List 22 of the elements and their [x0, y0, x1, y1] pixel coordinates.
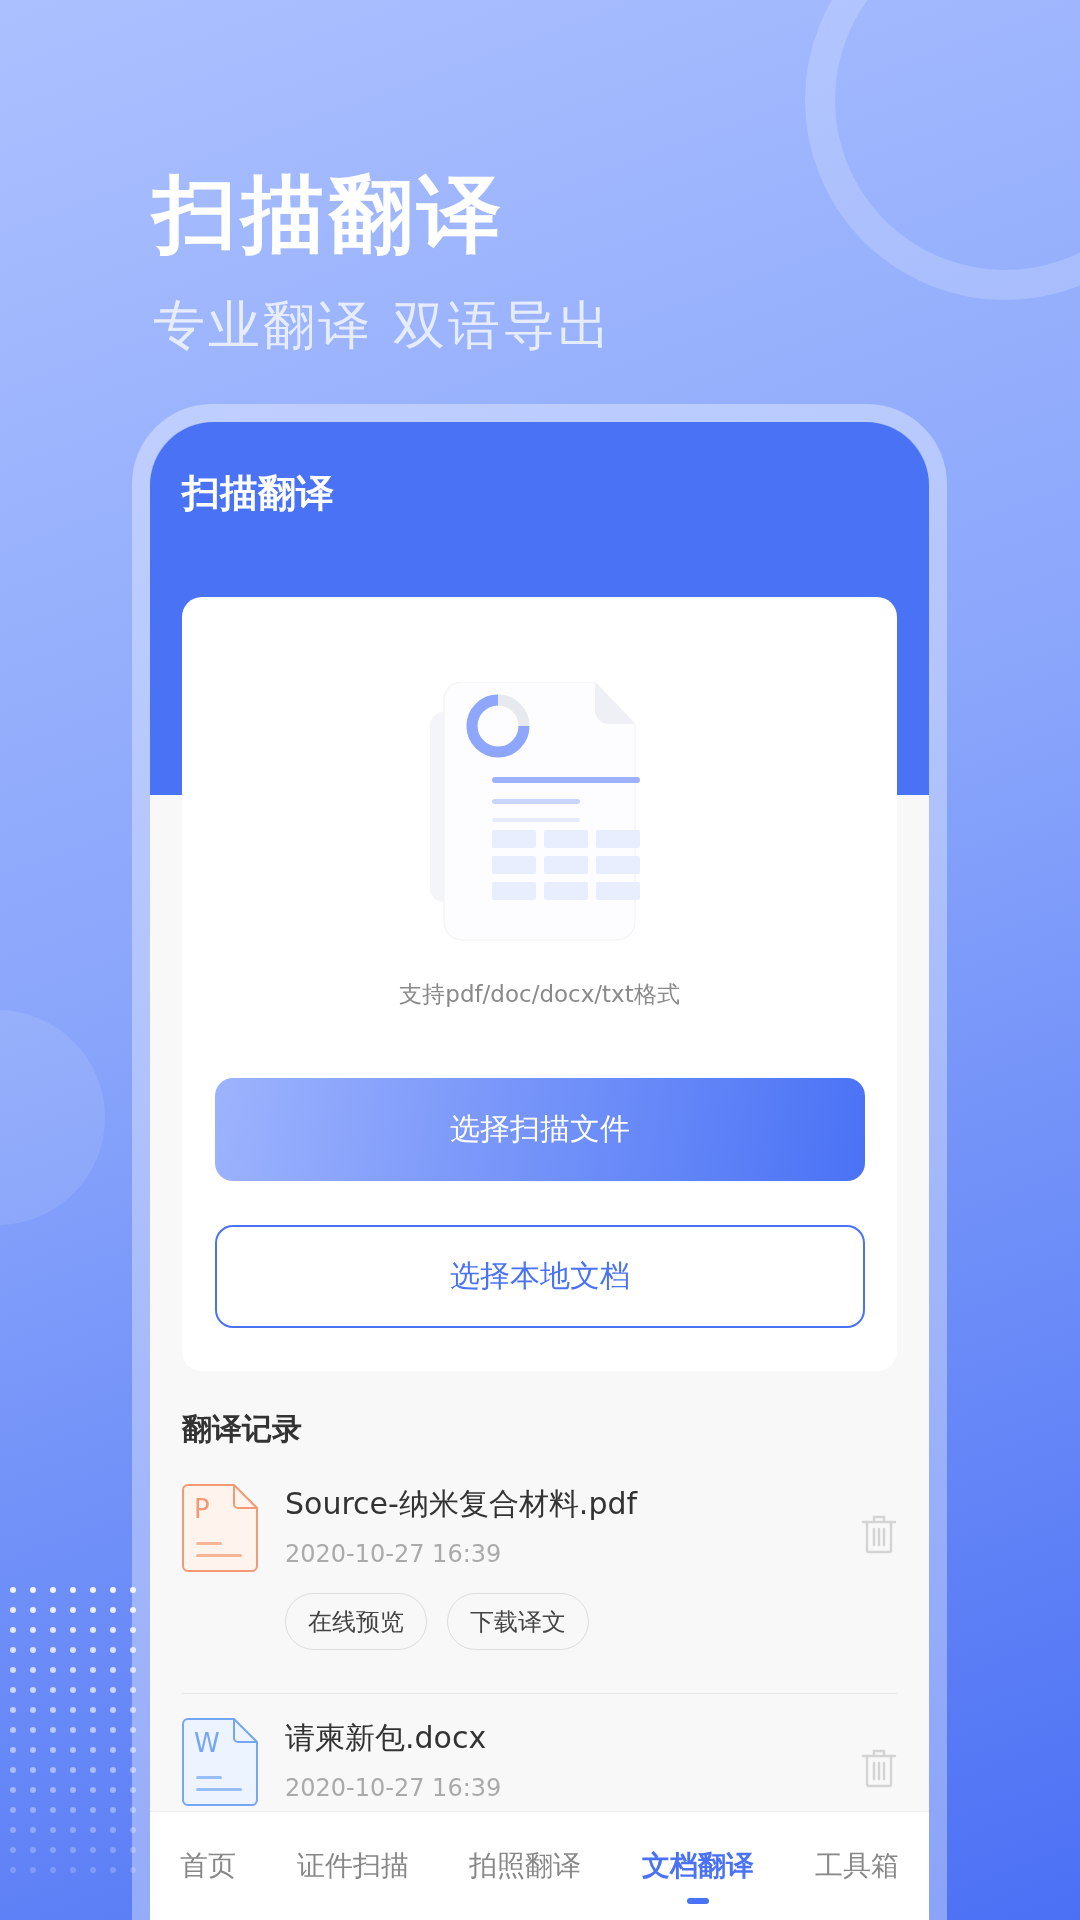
nav-tab[interactable]: 拍照翻译 [469, 1848, 582, 1884]
select-scan-button[interactable]: 选择扫描文件 [214, 1078, 865, 1181]
trash-icon[interactable] [861, 1514, 897, 1554]
file-time: 2020-10-27 16:39 [285, 1539, 503, 1570]
action-chip[interactable]: 在线预览 [285, 1593, 427, 1650]
nav-tab[interactable]: 首页 [180, 1848, 237, 1884]
file-time: 2020-10-27 16:39 [285, 1773, 503, 1804]
trash-icon[interactable] [861, 1748, 897, 1788]
screen-title: 扫描翻译 [182, 470, 335, 517]
nav-tab[interactable]: 证件扫描 [296, 1848, 409, 1884]
nav-tab[interactable]: 工具箱 [814, 1848, 899, 1884]
format-caption: 支持pdf/doc/docx/txt格式 [399, 980, 680, 1008]
promo-subtitle: 专业翻译 双语导出 [153, 294, 614, 357]
select-local-button[interactable]: 选择本地文档 [214, 1225, 865, 1328]
file-name[interactable]: 请柬新包.docx [285, 1718, 834, 1758]
file-name[interactable]: Source-纳米复合材料.pdf [285, 1484, 834, 1524]
history-title: 翻译记录 [182, 1411, 303, 1447]
action-chip[interactable]: 下载译文 [447, 1593, 589, 1650]
file-icon: P [182, 1484, 258, 1572]
nav-tab[interactable]: 文档翻译 [642, 1848, 755, 1884]
tab-indicator [687, 1898, 710, 1904]
file-icon: W [182, 1718, 258, 1806]
